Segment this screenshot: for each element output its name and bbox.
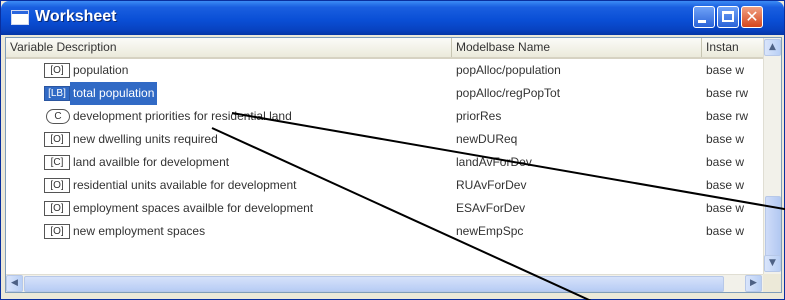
variable-description: employment spaces availble for developme… — [73, 201, 314, 215]
modelbase-name: RUAvForDev — [456, 178, 527, 192]
close-button[interactable]: ✕ — [741, 6, 763, 28]
column-header-variable-description[interactable]: Variable Description — [6, 38, 452, 57]
table-row[interactable]: C development priorities for residential… — [6, 105, 763, 128]
instance-value: base rw — [706, 109, 749, 123]
maximize-button[interactable] — [717, 6, 739, 28]
scroll-down-button[interactable]: ▼ — [764, 255, 781, 272]
scroll-left-button[interactable]: ◀ — [6, 275, 23, 292]
variable-description-cell: [O] residential units available for deve… — [6, 174, 452, 197]
modelbase-name: popAlloc/population — [456, 63, 561, 77]
variable-description-cell: [O] new employment spaces — [6, 220, 452, 243]
maximize-icon — [722, 11, 734, 22]
scrollbar-corner — [763, 274, 781, 292]
table-row[interactable]: [O] new dwelling units required newDUReq… — [6, 128, 763, 151]
horizontal-scrollbar[interactable]: ◀ ▶ — [6, 274, 763, 292]
variable-type-badge: [O] — [44, 224, 70, 239]
variable-type-badge: [O] — [44, 63, 70, 78]
scroll-right-button[interactable]: ▶ — [745, 275, 762, 292]
variable-description-cell: [O] new dwelling units required — [6, 128, 452, 151]
column-header-instance[interactable]: Instan — [702, 38, 765, 57]
variable-type-badge: [O] — [44, 178, 70, 193]
modelbase-name: newEmpSpc — [456, 224, 524, 238]
modelbase-name: popAlloc/regPopTot — [456, 86, 561, 100]
variable-type-badge: [C] — [44, 155, 70, 170]
window-icon — [11, 10, 29, 25]
instance-value: base rw — [706, 86, 749, 100]
grid-header: Variable Description Modelbase Name Inst… — [6, 38, 781, 59]
modelbase-name: priorRes — [456, 109, 502, 123]
close-icon: ✕ — [745, 7, 759, 26]
variable-description-cell: [O] population — [6, 59, 452, 82]
variable-description-cell: C development priorities for residential… — [6, 105, 452, 128]
variable-description: new employment spaces — [73, 224, 206, 238]
instance-value: base w — [706, 224, 745, 238]
variable-description-cell: [O] employment spaces availble for devel… — [6, 197, 452, 220]
chevron-right-icon: ▶ — [750, 278, 757, 288]
variable-type-badge: C — [46, 109, 70, 124]
chevron-left-icon: ◀ — [11, 278, 18, 288]
instance-value: base w — [706, 201, 745, 215]
vertical-scrollbar[interactable]: ▲ ▼ — [763, 38, 781, 274]
modelbase-name: newDUReq — [456, 132, 518, 146]
minimize-icon — [698, 20, 706, 23]
worksheet-window: Worksheet ✕ Variable Description Modelba… — [0, 0, 785, 300]
variable-type-badge: [O] — [44, 201, 70, 216]
modelbase-name: ESAvForDev — [456, 201, 526, 215]
variable-description-cell: [LB] total population — [6, 82, 452, 105]
table-row[interactable]: [O] new employment spaces newEmpSpc base… — [6, 220, 763, 243]
modelbase-name: landAvForDev — [456, 155, 532, 169]
table-row-selected[interactable]: [LB] total population popAlloc/regPopTot… — [6, 82, 763, 105]
window-title: Worksheet — [35, 8, 117, 25]
variable-description: total population — [70, 82, 158, 105]
chevron-up-icon: ▲ — [769, 42, 776, 52]
variable-description: land availble for development — [73, 155, 230, 169]
instance-value: base w — [706, 178, 745, 192]
variable-description-cell: [C] land availble for development — [6, 151, 452, 174]
scroll-up-button[interactable]: ▲ — [764, 39, 781, 56]
variable-description: new dwelling units required — [73, 132, 218, 146]
table-row[interactable]: [O] employment spaces availble for devel… — [6, 197, 763, 220]
variable-type-badge: [O] — [44, 132, 70, 147]
horizontal-scroll-thumb[interactable] — [24, 276, 724, 292]
variable-grid: Variable Description Modelbase Name Inst… — [5, 37, 782, 293]
variable-description: development priorities for residential l… — [73, 109, 292, 123]
instance-value: base w — [706, 63, 745, 77]
variable-description: residential units available for developm… — [73, 178, 297, 192]
chevron-down-icon: ▼ — [769, 258, 776, 268]
column-header-modelbase-name[interactable]: Modelbase Name — [452, 38, 702, 57]
table-row[interactable]: [O] residential units available for deve… — [6, 174, 763, 197]
table-row[interactable]: [C] land availble for development landAv… — [6, 151, 763, 174]
variable-type-badge: [LB] — [44, 86, 70, 101]
instance-value: base w — [706, 155, 745, 169]
table-row[interactable]: [O] population popAlloc/population base … — [6, 59, 763, 82]
minimize-button[interactable] — [693, 6, 715, 28]
title-bar[interactable]: Worksheet ✕ — [1, 1, 784, 35]
variable-description: population — [73, 63, 129, 77]
instance-value: base w — [706, 132, 745, 146]
